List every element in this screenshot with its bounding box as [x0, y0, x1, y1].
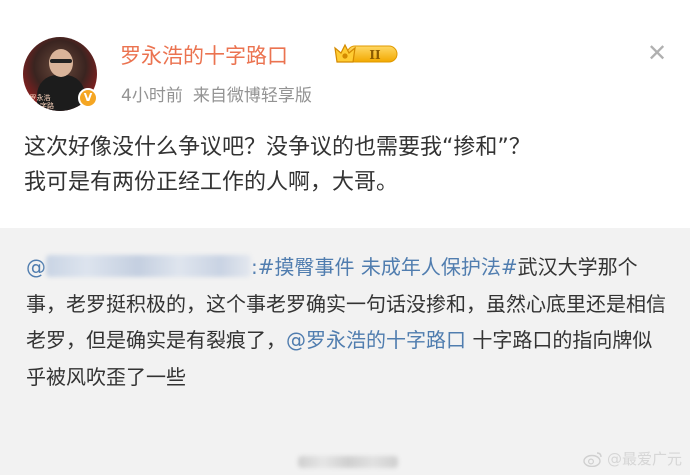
author-name[interactable]: 罗永浩的十字路口: [120, 40, 288, 70]
verified-badge-icon: V: [78, 88, 98, 108]
post-source[interactable]: 来自微博轻享版: [193, 86, 312, 106]
avatar-face: [49, 49, 73, 77]
blurred-username: [46, 255, 251, 277]
vip-level: II: [369, 48, 381, 62]
weibo-post-card: 罗永浩 的十字路口 V 罗永浩的十字路口 II 4小时前来自微博轻享版 ✕ 这次…: [0, 0, 690, 228]
hashtag-link[interactable]: #摸臀事件 未成年人保护法#: [258, 255, 518, 279]
weibo-logo-icon: [583, 451, 602, 467]
avatar-glasses: [50, 59, 72, 63]
repost-content: @:#摸臀事件 未成年人保护法#武汉大学那个事，老罗挺积极的，这个事老罗确实一句…: [26, 249, 666, 395]
vip-crown-icon[interactable]: II: [333, 42, 399, 66]
mention-colon: :: [251, 255, 258, 279]
mention-link[interactable]: @罗永浩的十字路口: [286, 328, 466, 352]
watermark: @最爱广元: [583, 448, 682, 469]
post-content: 这次好像没什么争议吧？没争议的也需要我“掺和”？ 我可是有两份正经工作的人啊，大…: [24, 130, 674, 200]
watermark-text: @最爱广元: [606, 450, 682, 468]
repost-comment-area: @:#摸臀事件 未成年人保护法#武汉大学那个事，老罗挺积极的，这个事老罗确实一句…: [0, 228, 690, 475]
post-meta: 4小时前 来自微博轻享版: [121, 81, 312, 106]
blurred-mention-at[interactable]: @: [26, 255, 46, 279]
post-text-line: 这次好像没什么争议吧？没争议的也需要我“掺和”？: [24, 135, 531, 160]
close-icon[interactable]: ✕: [644, 40, 670, 66]
post-time: 4小时前: [121, 86, 183, 106]
post-text-line: 我可是有两份正经工作的人啊，大哥。: [24, 170, 399, 195]
blurred-footer: [298, 456, 398, 468]
avatar-caption: 罗永浩 的十字路口: [26, 94, 54, 111]
